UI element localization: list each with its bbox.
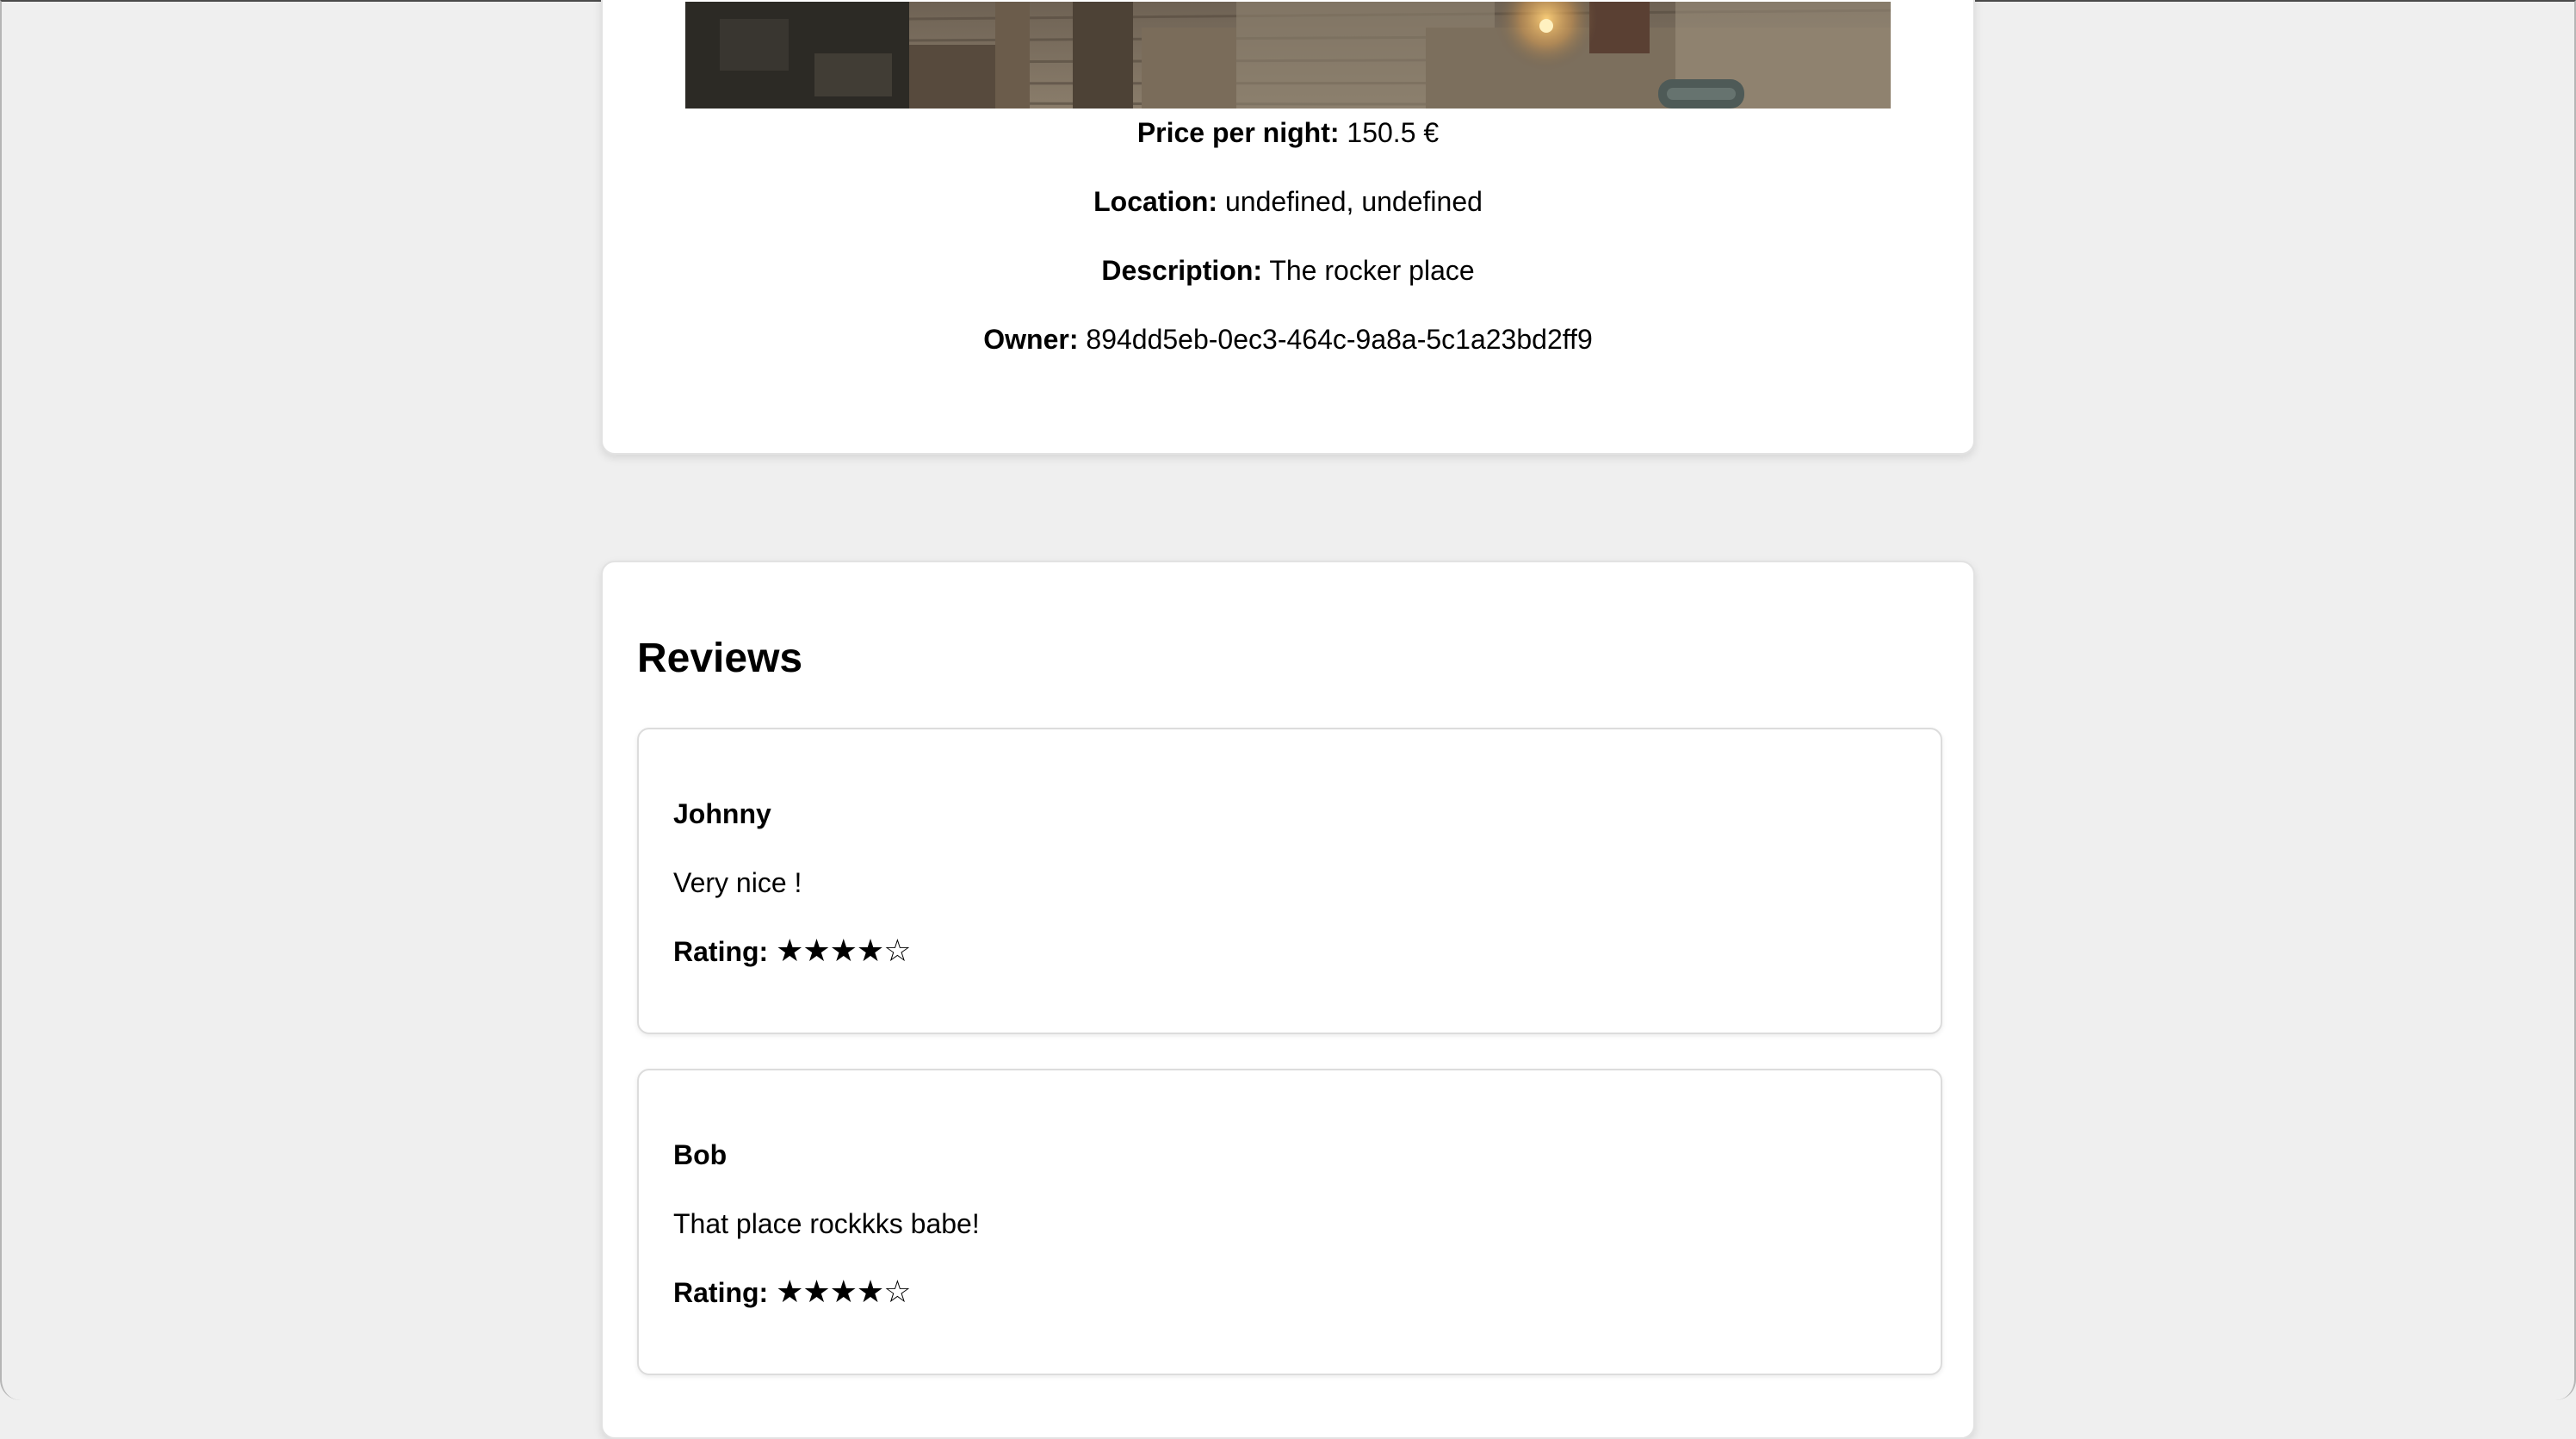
review-rating: Rating: ★★★★☆ [673, 1275, 911, 1310]
price-value: 150.5 € [1347, 117, 1440, 148]
listing-details-card: Price per night: 150.5 € Location: undef… [601, 0, 1975, 455]
review-text: Very nice ! [673, 867, 802, 898]
rating-label: Rating: [673, 936, 769, 967]
description-label: Description: [1101, 255, 1263, 286]
price-label: Price per night: [1136, 117, 1340, 148]
rating-stars-icon: ★★★★☆ [776, 1275, 911, 1310]
review-author: Bob [673, 1139, 728, 1170]
owner-label: Owner: [983, 324, 1079, 355]
owner-value: 894dd5eb-0ec3-464c-9a8a-5c1a23bd2ff9 [1086, 324, 1593, 355]
location-line: Location: undefined, undefined [603, 184, 1973, 219]
review-item: Johnny Very nice ! Rating: ★★★★☆ [637, 728, 1942, 1034]
review-author: Johnny [673, 798, 771, 829]
description-value: The rocker place [1269, 255, 1475, 286]
reviews-card: Reviews Johnny Very nice ! Rating: ★★★★☆… [601, 561, 1975, 1439]
rating-stars-icon: ★★★★☆ [776, 933, 911, 969]
review-text: That place rockkks babe! [673, 1208, 980, 1239]
review-rating: Rating: ★★★★☆ [673, 933, 911, 969]
owner-line: Owner: 894dd5eb-0ec3-464c-9a8a-5c1a23bd2… [603, 322, 1973, 357]
rating-label: Rating: [673, 1277, 769, 1308]
listing-photo [685, 2, 1891, 109]
price-line: Price per night: 150.5 € [603, 115, 1973, 150]
location-label: Location: [1093, 186, 1218, 217]
location-value: undefined, undefined [1224, 186, 1483, 217]
description-line: Description: The rocker place [603, 253, 1973, 288]
review-item: Bob That place rockkks babe! Rating: ★★★… [637, 1069, 1942, 1375]
reviews-heading: Reviews [637, 636, 803, 681]
